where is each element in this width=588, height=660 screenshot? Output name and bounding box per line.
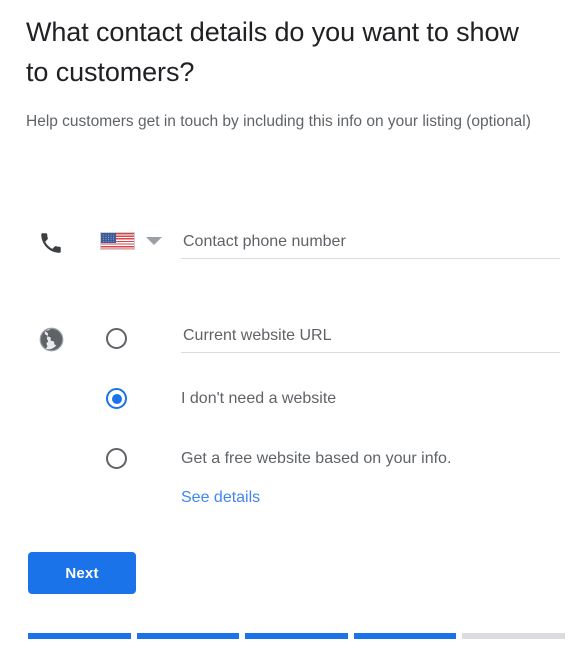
radio-current-website[interactable] [106,328,127,349]
radio-label-no-website[interactable]: I don't need a website [181,390,336,408]
globe-icon [38,326,65,353]
progress-segment [28,633,131,639]
page-subtitle: Help customers get in touch by including… [26,113,531,130]
progress-segment [353,633,457,639]
progress-segment [245,633,348,639]
progress-segment [136,633,240,639]
progress-segment [462,633,565,639]
phone-number-placeholder: Contact phone number [183,233,346,250]
us-flag-icon[interactable] [100,232,135,250]
phone-number-input[interactable]: Contact phone number [181,222,560,259]
current-website-url-input[interactable]: Current website URL [181,316,560,353]
see-details-link[interactable]: See details [181,489,260,507]
radio-label-free-website[interactable]: Get a free website based on your info. [181,450,451,468]
next-button[interactable]: Next [28,552,136,594]
phone-icon [38,230,64,256]
page-title: What contact details do you want to show… [26,17,519,87]
radio-no-website[interactable] [106,388,127,409]
contact-details-step: What contact details do you want to show… [0,0,588,660]
radio-free-website[interactable] [106,448,127,469]
chevron-down-icon[interactable] [146,237,162,245]
phone-row: Contact phone number [0,222,588,270]
progress-bar [28,633,565,639]
current-website-url-placeholder: Current website URL [183,327,332,344]
